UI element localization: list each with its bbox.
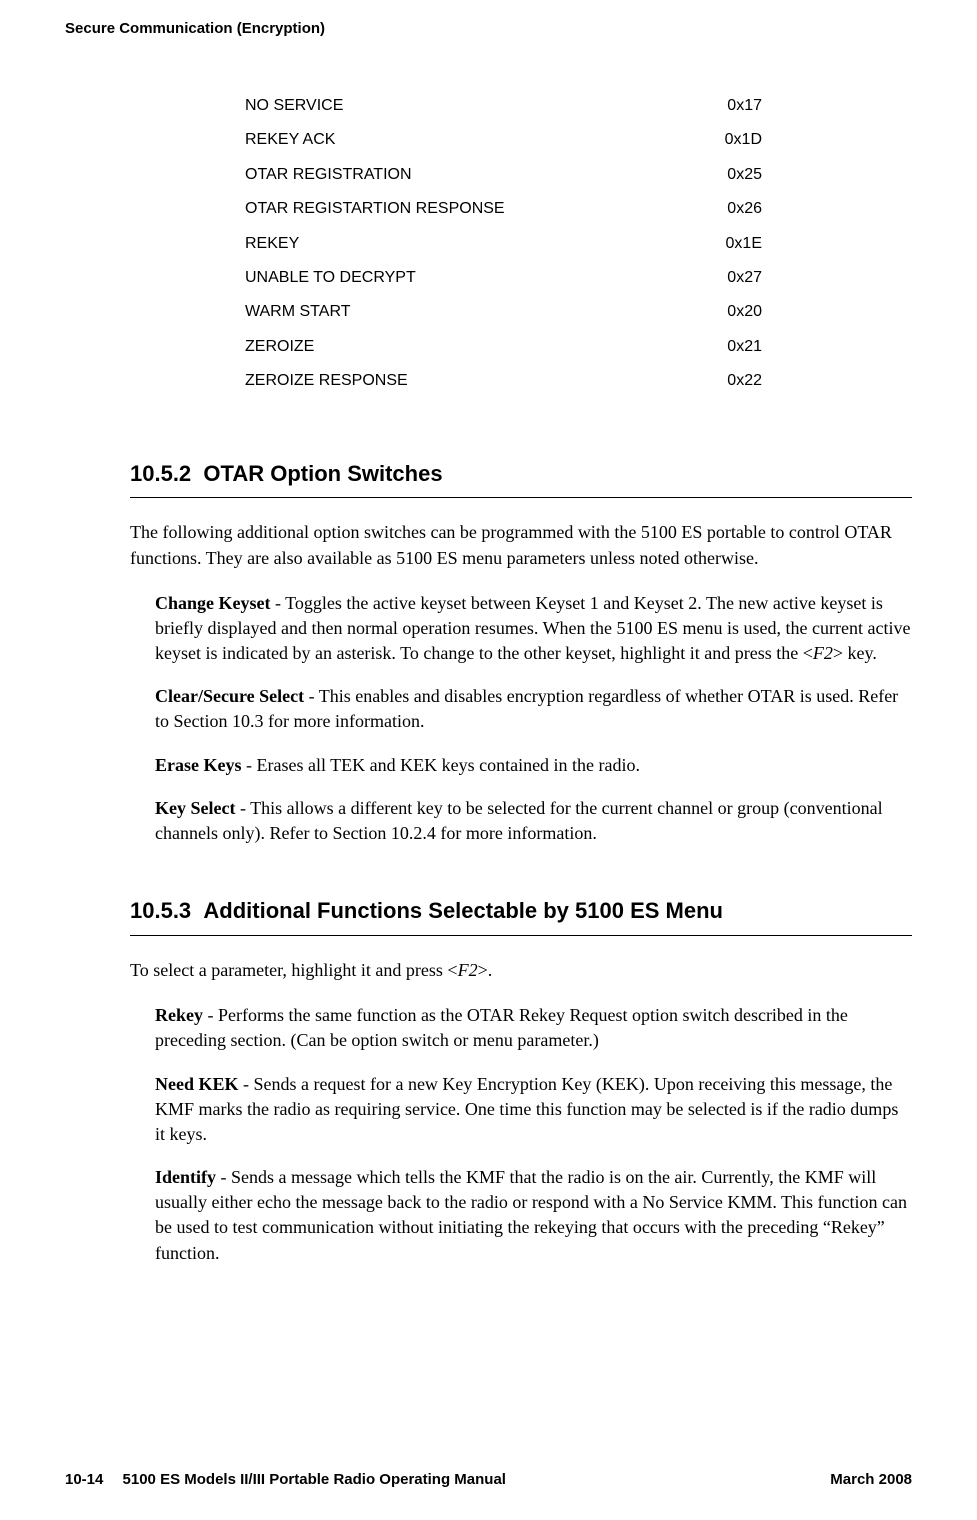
item-label: Clear/Secure Select (155, 686, 304, 706)
section-number: 10.5.2 (130, 461, 191, 486)
item-label: Identify (155, 1167, 216, 1187)
table-cell-code: 0x21 (669, 330, 812, 364)
table-row: UNABLE TO DECRYPT0x27 (245, 261, 812, 295)
section-intro: The following additional option switches… (130, 520, 912, 570)
item-text: - Sends a message which tells the KMF th… (155, 1167, 907, 1263)
section-title: Additional Functions Selectable by 5100 … (203, 898, 723, 923)
table-row: REKEY ACK0x1D (245, 123, 812, 157)
item-text: - Erases all TEK and KEK keys contained … (241, 755, 640, 775)
table-row: NO SERVICE0x17 (245, 89, 812, 123)
table-cell-name: ZEROIZE (245, 330, 669, 364)
page-header: Secure Communication (Encryption) (65, 18, 912, 39)
item-change-keyset: Change Keyset - Toggles the active keyse… (155, 591, 912, 667)
table-cell-code: 0x1E (669, 227, 812, 261)
table-row: ZEROIZE RESPONSE0x22 (245, 364, 812, 398)
table-row: REKEY0x1E (245, 227, 812, 261)
table-cell-name: WARM START (245, 295, 669, 329)
table-cell-code: 0x27 (669, 261, 812, 295)
item-label: Need KEK (155, 1074, 239, 1094)
table-row: WARM START0x20 (245, 295, 812, 329)
section-rule (130, 497, 912, 498)
table-cell-name: NO SERVICE (245, 89, 669, 123)
table-row: ZEROIZE0x21 (245, 330, 812, 364)
table-cell-name: OTAR REGISTRATION (245, 158, 669, 192)
section-otar-switches: 10.5.2 OTAR Option Switches The followin… (65, 459, 912, 847)
item-key-select: Key Select - This allows a different key… (155, 796, 912, 846)
code-table: NO SERVICE0x17REKEY ACK0x1DOTAR REGISTRA… (245, 89, 812, 399)
intro-pre: To select a parameter, highlight it and … (130, 960, 458, 980)
section-additional-functions: 10.5.3 Additional Functions Selectable b… (65, 896, 912, 1266)
item-label: Erase Keys (155, 755, 241, 775)
key-f2: F2 (813, 643, 833, 663)
item-erase-keys: Erase Keys - Erases all TEK and KEK keys… (155, 753, 912, 778)
table-cell-name: REKEY ACK (245, 123, 669, 157)
table-cell-code: 0x25 (669, 158, 812, 192)
item-identify: Identify - Sends a message which tells t… (155, 1165, 912, 1266)
item-label: Change Keyset (155, 593, 271, 613)
page-footer: 10-14 5100 ES Models II/III Portable Rad… (65, 1469, 912, 1490)
section-rule (130, 935, 912, 936)
item-rekey: Rekey - Performs the same function as th… (155, 1003, 912, 1053)
table-cell-code: 0x26 (669, 192, 812, 226)
item-label: Key Select (155, 798, 235, 818)
header-title: Secure Communication (Encryption) (65, 20, 325, 37)
section-intro-2: To select a parameter, highlight it and … (130, 958, 912, 983)
item-text: - This allows a different key to be sele… (155, 798, 883, 843)
item-clear-secure: Clear/Secure Select - This enables and d… (155, 684, 912, 734)
item-text-tail: > key. (833, 643, 877, 663)
table-row: OTAR REGISTRATION0x25 (245, 158, 812, 192)
intro-post: >. (478, 960, 493, 980)
item-label: Rekey (155, 1005, 203, 1025)
section-heading-2: 10.5.3 Additional Functions Selectable b… (130, 896, 912, 927)
table-row: OTAR REGISTARTION RESPONSE0x26 (245, 192, 812, 226)
table-cell-name: ZEROIZE RESPONSE (245, 364, 669, 398)
key-f2: F2 (458, 960, 478, 980)
table-cell-name: UNABLE TO DECRYPT (245, 261, 669, 295)
item-need-kek: Need KEK - Sends a request for a new Key… (155, 1072, 912, 1148)
table-cell-code: 0x22 (669, 364, 812, 398)
footer-left: 10-14 5100 ES Models II/III Portable Rad… (65, 1469, 506, 1490)
footer-right: March 2008 (830, 1469, 912, 1490)
table-cell-code: 0x20 (669, 295, 812, 329)
table-cell-name: OTAR REGISTARTION RESPONSE (245, 192, 669, 226)
table-cell-name: REKEY (245, 227, 669, 261)
section-title: OTAR Option Switches (203, 461, 442, 486)
table-cell-code: 0x17 (669, 89, 812, 123)
table-cell-code: 0x1D (669, 123, 812, 157)
section-number: 10.5.3 (130, 898, 191, 923)
item-text: - Sends a request for a new Key Encrypti… (155, 1074, 898, 1144)
item-text: - Performs the same function as the OTAR… (155, 1005, 848, 1050)
section-heading-1: 10.5.2 OTAR Option Switches (130, 459, 912, 490)
